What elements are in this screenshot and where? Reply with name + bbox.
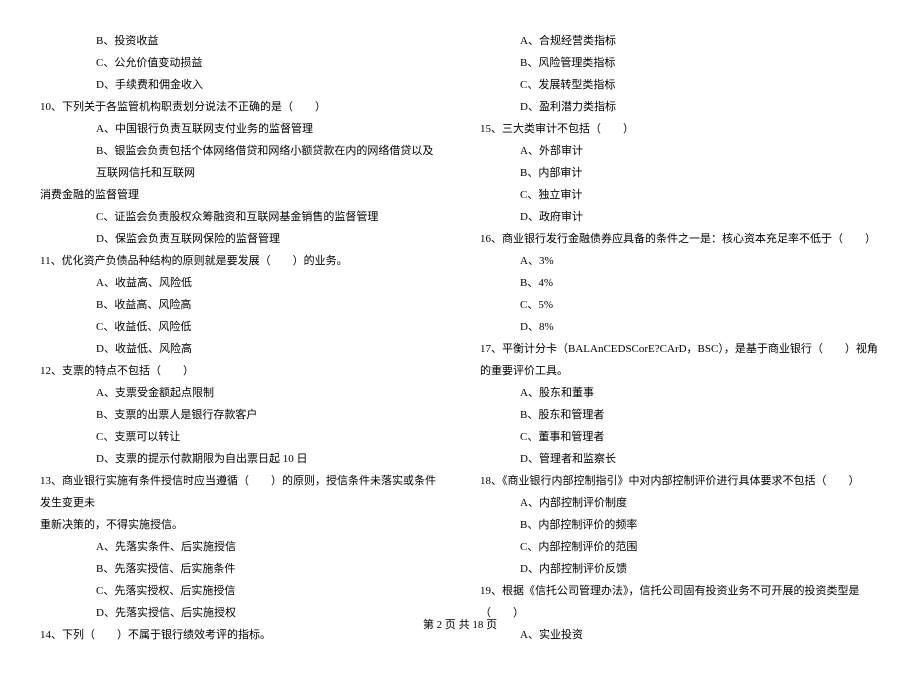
option-text: B、收益高、风险高 xyxy=(40,294,440,316)
option-text: B、银监会负责包括个体网络借贷和网络小额贷款在内的网络借贷以及互联网信托和互联网 xyxy=(40,140,440,184)
question-13: 13、商业银行实施有条件授信时应当遵循（ ）的原则，授信条件未落实或条件发生变更… xyxy=(40,470,440,514)
option-text: A、内部控制评价制度 xyxy=(480,492,880,514)
page-content: B、投资收益 C、公允价值变动损益 D、手续费和佣金收入 10、下列关于各监管机… xyxy=(0,0,920,686)
question-continuation: 重新决策的，不得实施授信。 xyxy=(40,514,440,536)
option-text: D、收益低、风险高 xyxy=(40,338,440,360)
option-text: A、外部审计 xyxy=(480,140,880,162)
option-text: A、支票受金额起点限制 xyxy=(40,382,440,404)
option-text: D、手续费和佣金收入 xyxy=(40,74,440,96)
option-text: D、政府审计 xyxy=(480,206,880,228)
left-column: B、投资收益 C、公允价值变动损益 D、手续费和佣金收入 10、下列关于各监管机… xyxy=(40,30,440,646)
page-footer: 第 2 页 共 18 页 xyxy=(0,616,920,632)
option-text: B、风险管理类指标 xyxy=(480,52,880,74)
option-text: D、内部控制评价反馈 xyxy=(480,558,880,580)
option-text: B、4% xyxy=(480,272,880,294)
option-text: C、证监会负责股权众筹融资和互联网基金销售的监督管理 xyxy=(40,206,440,228)
option-text: B、内部审计 xyxy=(480,162,880,184)
option-text: D、盈利潜力类指标 xyxy=(480,96,880,118)
option-text: B、内部控制评价的频率 xyxy=(480,514,880,536)
option-text: C、收益低、风险低 xyxy=(40,316,440,338)
question-17: 17、平衡计分卡（BALAnCEDSCorE?CArD，BSC），是基于商业银行… xyxy=(480,338,880,382)
option-text: C、先落实授权、后实施授信 xyxy=(40,580,440,602)
option-text: C、公允价值变动损益 xyxy=(40,52,440,74)
option-text: C、董事和管理者 xyxy=(480,426,880,448)
option-text: B、投资收益 xyxy=(40,30,440,52)
option-text: D、保监会负责互联网保险的监督管理 xyxy=(40,228,440,250)
option-text: B、先落实授信、后实施条件 xyxy=(40,558,440,580)
option-text: A、合规经营类指标 xyxy=(480,30,880,52)
option-text: A、先落实条件、后实施授信 xyxy=(40,536,440,558)
right-column: A、合规经营类指标 B、风险管理类指标 C、发展转型类指标 D、盈利潜力类指标 … xyxy=(480,30,880,646)
question-12: 12、支票的特点不包括（ ） xyxy=(40,360,440,382)
option-text: C、内部控制评价的范围 xyxy=(480,536,880,558)
option-text: C、发展转型类指标 xyxy=(480,74,880,96)
option-text: C、支票可以转让 xyxy=(40,426,440,448)
option-text: A、3% xyxy=(480,250,880,272)
option-text: A、中国银行负责互联网支付业务的监督管理 xyxy=(40,118,440,140)
option-text: D、支票的提示付款期限为自出票日起 10 日 xyxy=(40,448,440,470)
option-text: B、股东和管理者 xyxy=(480,404,880,426)
option-text: B、支票的出票人是银行存款客户 xyxy=(40,404,440,426)
option-text: D、管理者和监察长 xyxy=(480,448,880,470)
option-text: A、收益高、风险低 xyxy=(40,272,440,294)
question-15: 15、三大类审计不包括（ ） xyxy=(480,118,880,140)
question-18: 18、《商业银行内部控制指引》中对内部控制评价进行具体要求不包括（ ） xyxy=(480,470,880,492)
option-text: C、独立审计 xyxy=(480,184,880,206)
question-11: 11、优化资产负债品种结构的原则就是要发展（ ）的业务。 xyxy=(40,250,440,272)
option-text: C、5% xyxy=(480,294,880,316)
option-text: A、股东和董事 xyxy=(480,382,880,404)
question-16: 16、商业银行发行金融债券应具备的条件之一是：核心资本充足率不低于（ ） xyxy=(480,228,880,250)
option-text: D、8% xyxy=(480,316,880,338)
question-10: 10、下列关于各监管机构职责划分说法不正确的是（ ） xyxy=(40,96,440,118)
question-continuation: 消费金融的监督管理 xyxy=(40,184,440,206)
